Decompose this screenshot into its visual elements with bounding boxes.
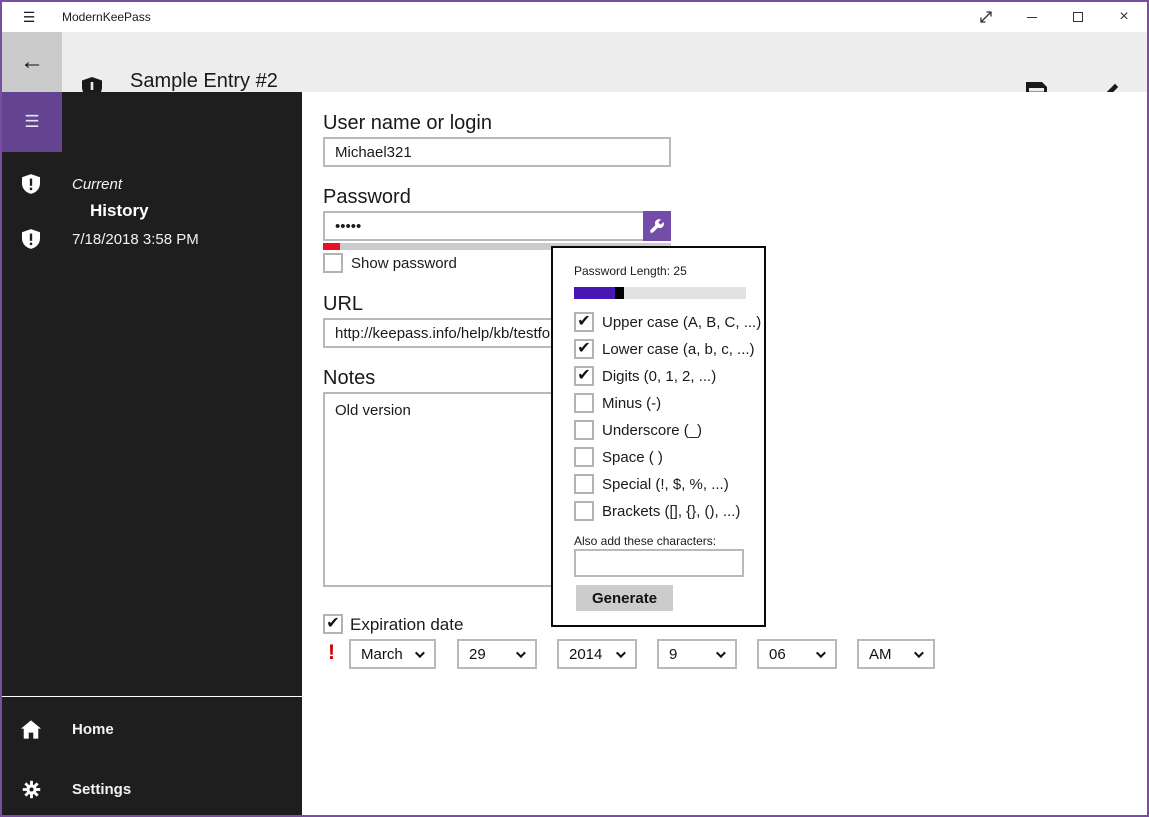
fullscreen-button[interactable] — [963, 2, 1009, 32]
wrench-icon — [649, 218, 665, 234]
underscore-checkbox[interactable] — [574, 420, 594, 440]
uppercase-checkbox[interactable]: ✔ — [574, 312, 594, 332]
option-row-uppercase: ✔ Upper case (A, B, C, ...) — [574, 312, 761, 332]
hour-dropdown[interactable]: 9 — [657, 639, 737, 669]
show-password-label[interactable]: Show password — [351, 255, 457, 272]
option-row-underscore: Underscore (_) — [574, 420, 702, 440]
sidebar: ☰ History Current 7/18/2018 3:58 PM Home — [2, 92, 302, 815]
minus-checkbox[interactable] — [574, 393, 594, 413]
brackets-checkbox[interactable] — [574, 501, 594, 521]
expiration-checkbox[interactable]: ✔ — [323, 614, 343, 634]
close-button[interactable]: × — [1101, 2, 1147, 32]
password-label: Password — [323, 186, 411, 208]
chevron-down-icon — [913, 647, 924, 658]
option-row-special: Special (!, $, %, ...) — [574, 474, 729, 494]
username-label: User name or login — [323, 112, 492, 134]
sidebar-item-label: Current — [72, 175, 123, 193]
day-dropdown[interactable]: 29 — [457, 639, 537, 669]
gear-icon — [20, 780, 42, 799]
slider-fill — [574, 287, 616, 299]
day-value: 29 — [469, 645, 486, 663]
option-label[interactable]: Underscore (_) — [602, 422, 702, 439]
lowercase-checkbox[interactable]: ✔ — [574, 339, 594, 359]
expiration-warning-icon: ! — [328, 641, 335, 664]
also-add-label: Also add these characters: — [574, 534, 717, 548]
option-row-brackets: Brackets ([], {}, (), ...) — [574, 501, 740, 521]
option-row-lowercase: ✔ Lower case (a, b, c, ...) — [574, 339, 755, 359]
back-button[interactable]: ← — [2, 32, 62, 92]
month-dropdown[interactable]: March — [349, 639, 436, 669]
titlebar: ☰ ModernKeePass × — [2, 2, 1147, 32]
option-row-minus: Minus (-) — [574, 393, 661, 413]
digits-checkbox[interactable]: ✔ — [574, 366, 594, 386]
option-row-space: Space ( ) — [574, 447, 663, 467]
minute-value: 06 — [769, 645, 786, 663]
chevron-down-icon — [515, 647, 526, 658]
entry-header: ← Sample Entry #2 sample — [2, 32, 1147, 116]
password-input[interactable] — [323, 211, 671, 241]
sidebar-heading: History — [90, 201, 149, 220]
ampm-value: AM — [869, 645, 892, 663]
year-value: 2014 — [569, 645, 603, 663]
titlebar-hamburger-icon[interactable]: ☰ — [18, 2, 40, 32]
maximize-button[interactable] — [1055, 2, 1101, 32]
notes-label: Notes — [323, 367, 376, 389]
chevron-down-icon — [715, 647, 726, 658]
username-input[interactable] — [323, 137, 671, 167]
option-label[interactable]: Minus (-) — [602, 395, 661, 412]
show-password-checkbox[interactable] — [323, 253, 343, 273]
sidebar-item-label: 7/18/2018 3:58 PM — [72, 230, 199, 248]
app-title: ModernKeePass — [62, 10, 151, 24]
password-generator-popup: Password Length: 25 ✔ Upper case (A, B, … — [551, 246, 766, 627]
special-checkbox[interactable] — [574, 474, 594, 494]
year-dropdown[interactable]: 2014 — [557, 639, 637, 669]
sidebar-separator — [2, 696, 302, 697]
option-label[interactable]: Space ( ) — [602, 449, 663, 466]
entry-title: Sample Entry #2 — [130, 70, 278, 92]
minute-dropdown[interactable]: 06 — [757, 639, 837, 669]
option-label[interactable]: Lower case (a, b, c, ...) — [602, 341, 755, 358]
app-window: ☰ ModernKeePass × ← Sample Entry #2 samp… — [0, 0, 1149, 817]
password-length-label: Password Length: 25 — [574, 264, 687, 278]
shield-icon — [20, 229, 42, 249]
option-label[interactable]: Digits (0, 1, 2, ...) — [602, 368, 716, 385]
nav-toggle-button[interactable]: ☰ — [2, 92, 62, 152]
maximize-icon — [1073, 12, 1083, 22]
month-value: March — [361, 645, 403, 663]
chevron-down-icon — [414, 647, 425, 658]
minimize-icon — [1027, 16, 1037, 18]
url-label: URL — [323, 293, 364, 315]
hour-value: 9 — [669, 645, 678, 663]
sidebar-item-current[interactable]: Current — [2, 164, 302, 204]
expiration-label[interactable]: Expiration date — [350, 615, 463, 635]
option-label[interactable]: Special (!, $, %, ...) — [602, 476, 729, 493]
close-icon: × — [1119, 8, 1129, 25]
minimize-button[interactable] — [1009, 2, 1055, 32]
sidebar-item-label: Settings — [72, 780, 132, 798]
slider-thumb[interactable] — [615, 287, 625, 299]
option-label[interactable]: Upper case (A, B, C, ...) — [602, 314, 761, 331]
sidebar-item-history-entry[interactable]: 7/18/2018 3:58 PM — [2, 219, 302, 259]
password-generator-button[interactable] — [643, 211, 671, 241]
password-length-slider[interactable] — [574, 287, 746, 299]
sidebar-item-label: Home — [72, 720, 114, 738]
window-controls: × — [963, 2, 1147, 32]
shield-icon — [20, 174, 42, 194]
home-icon — [20, 719, 42, 739]
chevron-down-icon — [615, 647, 626, 658]
sidebar-item-home[interactable]: Home — [2, 709, 302, 749]
password-strength-fill — [323, 243, 341, 250]
sidebar-item-settings[interactable]: Settings — [2, 769, 302, 809]
space-checkbox[interactable] — [574, 447, 594, 467]
ampm-dropdown[interactable]: AM — [857, 639, 935, 669]
generate-button[interactable]: Generate — [576, 585, 674, 611]
diagonal-expand-icon — [979, 10, 993, 24]
option-label[interactable]: Brackets ([], {}, (), ...) — [602, 503, 740, 520]
also-add-input[interactable] — [574, 549, 744, 577]
chevron-down-icon — [815, 647, 826, 658]
option-row-digits: ✔ Digits (0, 1, 2, ...) — [574, 366, 716, 386]
